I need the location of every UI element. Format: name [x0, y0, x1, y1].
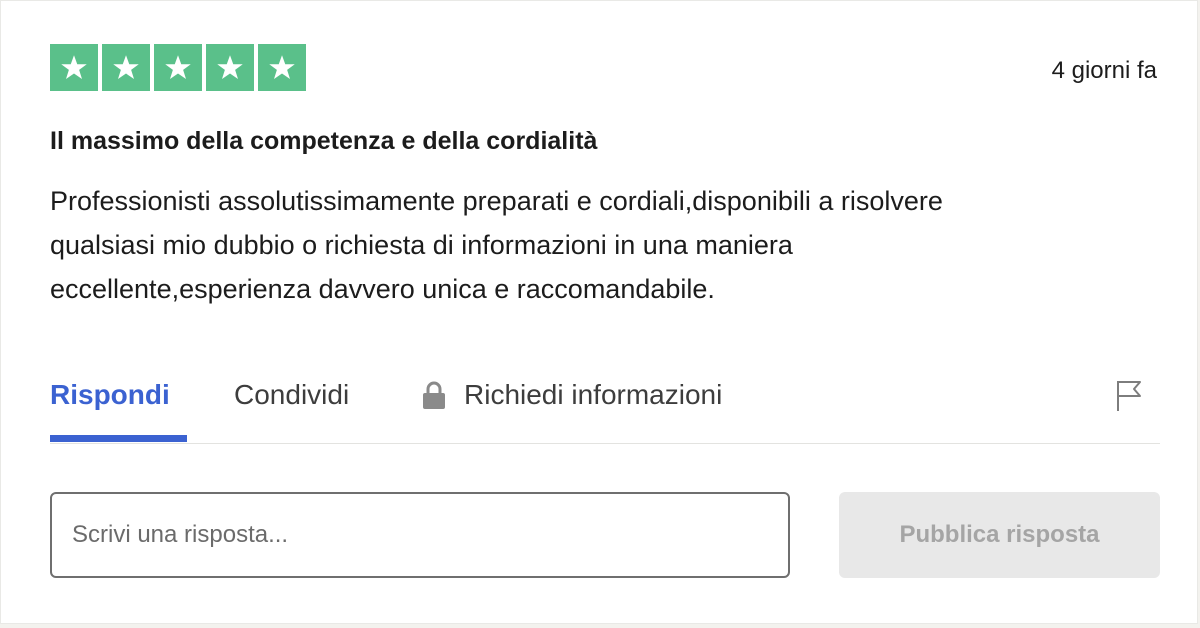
review-body-line: qualsiasi mio dubbio o richiesta di info… [50, 230, 793, 260]
review-title: Il massimo della competenza e della cord… [50, 127, 598, 155]
active-tab-indicator [50, 435, 187, 442]
star-icon [206, 44, 254, 91]
tab-label: Condividi [234, 379, 350, 410]
tab-label: Richiedi informazioni [464, 379, 723, 410]
star-icon [258, 44, 306, 91]
star-icon [102, 44, 150, 91]
star-icon [50, 44, 98, 91]
review-body-line: Professionisti assolutissimamente prepar… [50, 186, 943, 216]
review-card: 4 giorni fa Il massimo della competenza … [0, 0, 1198, 624]
tab-rispondi[interactable]: Rispondi [50, 379, 170, 411]
review-body: Professionisti assolutissimamente prepar… [50, 179, 1150, 311]
tab-condividi[interactable]: Condividi [234, 379, 349, 411]
star-rating [50, 44, 306, 91]
action-tabs: Rispondi Condividi Richiedi informazioni [50, 371, 1160, 444]
tab-richiedi-informazioni[interactable]: Richiedi informazioni [420, 379, 722, 411]
tab-label: Rispondi [50, 379, 170, 410]
flag-icon[interactable] [1114, 379, 1144, 413]
review-date: 4 giorni fa [1051, 57, 1157, 84]
lock-icon [420, 380, 448, 410]
reply-input[interactable] [50, 492, 790, 578]
publish-reply-button[interactable]: Pubblica risposta [839, 492, 1160, 578]
star-icon [154, 44, 202, 91]
review-body-line: eccellente,esperienza davvero unica e ra… [50, 274, 715, 304]
